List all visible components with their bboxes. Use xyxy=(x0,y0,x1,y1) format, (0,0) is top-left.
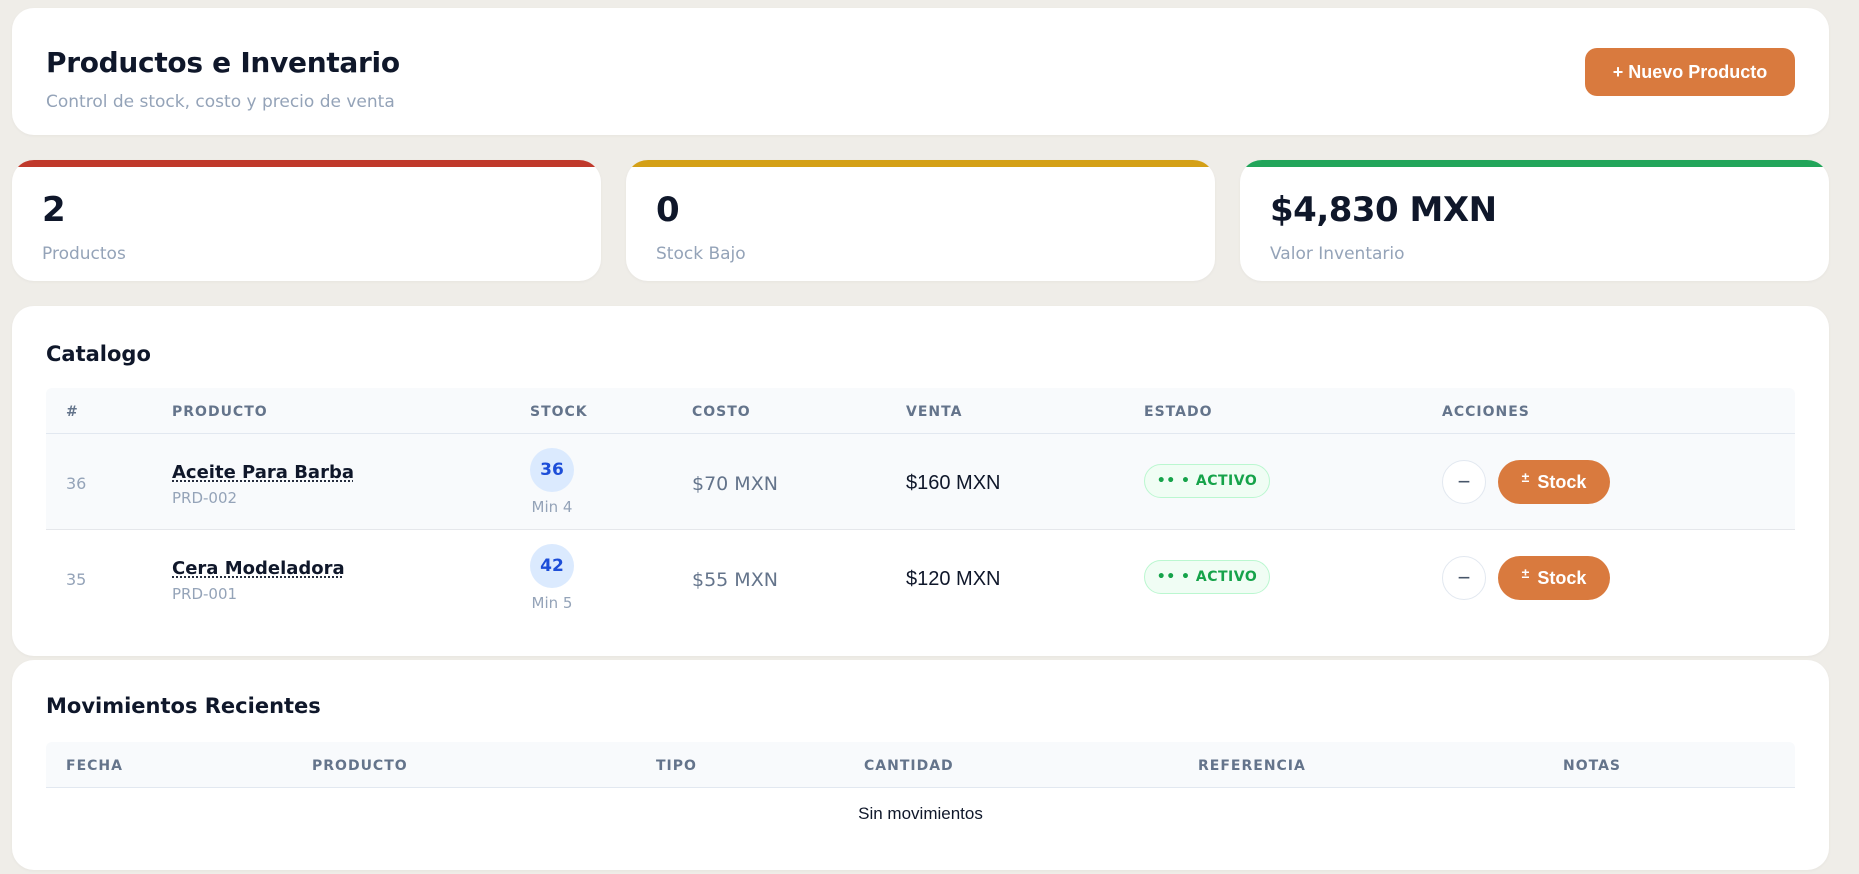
adjust-stock-button[interactable]: ± Stock xyxy=(1498,556,1610,600)
stock-button-label: Stock xyxy=(1537,567,1587,588)
column-header-notes: NOTAS xyxy=(1563,758,1621,774)
product-name-link[interactable]: Cera Modeladora xyxy=(172,558,345,579)
column-header-id: # xyxy=(66,404,79,420)
product-sale-price: $120 MXN xyxy=(906,568,1001,590)
product-sku: PRD-002 xyxy=(172,489,238,507)
stat-value: 0 xyxy=(656,190,680,230)
stock-minimum: Min 4 xyxy=(531,498,573,516)
stock-count-badge: 42 xyxy=(530,544,574,588)
product-id: 35 xyxy=(66,570,87,589)
page-title: Productos e Inventario xyxy=(46,46,400,79)
decrease-stock-button[interactable]: − xyxy=(1442,460,1486,504)
status-badge: •• • ACTIVO xyxy=(1144,464,1270,498)
stock-count-badge: 36 xyxy=(530,448,574,492)
stat-card-inventory-value: $4,830 MXN Valor Inventario xyxy=(1240,160,1829,281)
column-header-stock: STOCK xyxy=(530,404,588,420)
catalog-table-header: # PRODUCTO STOCK COSTO VENTA ESTADO ACCI… xyxy=(46,388,1795,434)
stat-accent-bar xyxy=(626,160,1215,167)
product-sku: PRD-001 xyxy=(172,585,238,603)
stat-label: Productos xyxy=(42,244,126,264)
decrease-stock-button[interactable]: − xyxy=(1442,556,1486,600)
movements-table: FECHA PRODUCTO TIPO CANTIDAD REFERENCIA … xyxy=(46,742,1795,844)
column-header-quantity: CANTIDAD xyxy=(864,758,954,774)
minus-icon: − xyxy=(1457,565,1471,590)
product-name-link[interactable]: Aceite Para Barba xyxy=(172,462,354,483)
column-header-product: PRODUCTO xyxy=(312,758,408,774)
product-cost: $70 MXN xyxy=(692,473,778,495)
product-cost: $55 MXN xyxy=(692,569,778,591)
stat-card-low-stock: 0 Stock Bajo xyxy=(626,160,1215,281)
page-subtitle: Control de stock, costo y precio de vent… xyxy=(46,92,395,112)
table-row: 35 Cera Modeladora PRD-001 42 Min 5 $55 … xyxy=(46,530,1795,626)
stat-card-products: 2 Productos xyxy=(12,160,601,281)
stock-minimum: Min 5 xyxy=(531,594,573,612)
column-header-sale: VENTA xyxy=(906,404,963,420)
column-header-status: ESTADO xyxy=(1144,404,1213,420)
new-product-button[interactable]: + Nuevo Producto xyxy=(1585,48,1795,96)
movements-table-header: FECHA PRODUCTO TIPO CANTIDAD REFERENCIA … xyxy=(46,742,1795,788)
movements-title: Movimientos Recientes xyxy=(46,694,321,718)
stat-label: Stock Bajo xyxy=(656,244,746,264)
status-badge: •• • ACTIVO xyxy=(1144,560,1270,594)
catalog-title: Catalogo xyxy=(46,342,151,366)
product-sale-price: $160 MXN xyxy=(906,472,1001,494)
recent-movements-section: Movimientos Recientes FECHA PRODUCTO TIP… xyxy=(12,660,1829,870)
empty-state-message: Sin movimientos xyxy=(858,804,983,823)
column-header-product: PRODUCTO xyxy=(172,404,268,420)
column-header-cost: COSTO xyxy=(692,404,751,420)
catalog-section: Catalogo # PRODUCTO STOCK COSTO VENTA ES… xyxy=(12,306,1829,656)
table-row: 36 Aceite Para Barba PRD-002 36 Min 4 $7… xyxy=(46,434,1795,530)
stat-label: Valor Inventario xyxy=(1270,244,1405,264)
stat-accent-bar xyxy=(12,160,601,167)
stat-accent-bar xyxy=(1240,160,1829,167)
catalog-table: # PRODUCTO STOCK COSTO VENTA ESTADO ACCI… xyxy=(46,388,1795,626)
product-id: 36 xyxy=(66,474,87,493)
column-header-date: FECHA xyxy=(66,758,123,774)
stock-button-label: Stock xyxy=(1537,471,1587,492)
column-header-reference: REFERENCIA xyxy=(1198,758,1306,774)
plus-minus-icon: ± xyxy=(1521,565,1530,581)
stat-value: 2 xyxy=(42,190,66,230)
adjust-stock-button[interactable]: ± Stock xyxy=(1498,460,1610,504)
page-header: Productos e Inventario Control de stock,… xyxy=(12,8,1829,135)
column-header-actions: ACCIONES xyxy=(1442,404,1530,420)
minus-icon: − xyxy=(1457,469,1471,494)
column-header-type: TIPO xyxy=(656,758,697,774)
plus-minus-icon: ± xyxy=(1521,469,1530,485)
stat-value: $4,830 MXN xyxy=(1270,190,1497,230)
